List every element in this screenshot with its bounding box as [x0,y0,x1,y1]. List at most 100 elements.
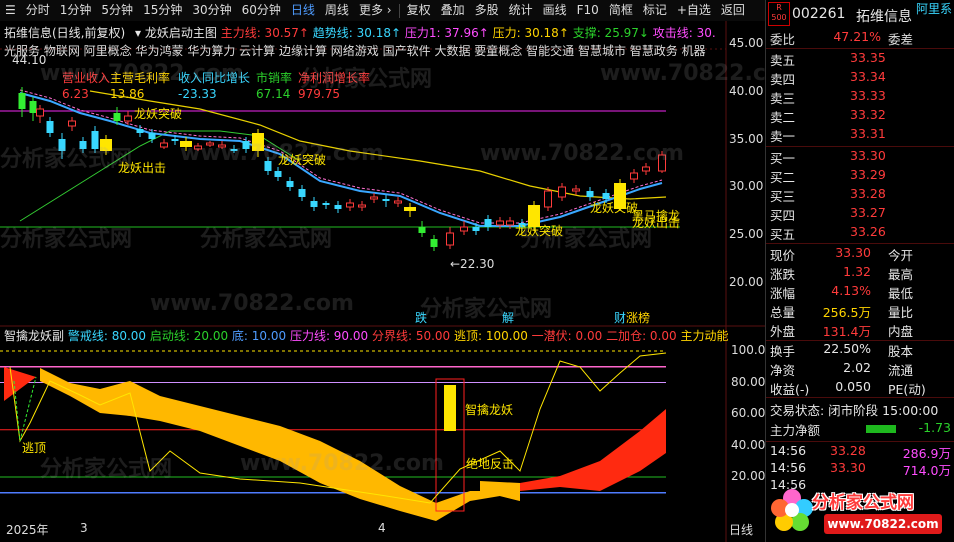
candle-body [586,191,594,197]
x-label-year: 2025年 [6,523,49,537]
candle-body [29,101,37,113]
watermark: 分析家公式网 [40,457,173,482]
bid-label: 买一 [770,151,796,166]
main-y-tick: 20.00 [729,275,764,289]
ask-price: 33.31 [850,126,886,141]
draw-line-button[interactable]: 画线 [538,0,572,21]
sub-readout-2: 底: 10.00 [231,329,290,343]
candle-body [113,113,121,121]
concept-tag: 智慧城市 [577,44,630,58]
stock-name: 拓维信息 [856,9,912,25]
high-price-label: 44.10 [12,53,47,67]
main-readout-0: 主力线: 30.57↑ [220,26,313,40]
flower-logo-icon [771,489,813,531]
stat-value: 131.4万 [822,324,871,339]
candle-body [446,232,454,246]
sub-readout-5: 逃顶: 100.00 [454,329,532,343]
candle-body [544,190,552,208]
stat2-row: 换手 22.50% 股本 [770,341,951,361]
watermark: 分析家公式网 [200,227,333,252]
fuquan-button[interactable]: 复权 [402,0,436,21]
main-readout-1: 趋势线: 30.18↑ [312,26,405,40]
main-net-row: 主力净额 -1.73 [770,420,951,438]
main-chart-title: 拓维信息(日线,前复权) [4,26,126,40]
main-readout-4: 支撑: 25.97↓ [572,26,653,40]
period-tab-5min[interactable]: 5分钟 [96,0,138,21]
period-more-button[interactable]: 更多 › [354,0,397,21]
stat2-label-2: 流通 [888,363,914,378]
add-watchlist-button[interactable]: +自选 [672,0,716,21]
x-axis-period-label: 日线 [729,523,754,537]
bid-row: 买三 33.28 [770,186,951,206]
period-toolbar: ☰ 分时 1分钟 5分钟 15分钟 30分钟 60分钟 日线 周线 更多 › 复… [0,0,765,22]
annotation-dragon-breakout: 龙妖突破 [278,153,327,167]
bid-price: 33.26 [850,224,886,239]
concept-tag: 智慧政务 [629,44,682,58]
event-mark-gainers: 涨榜 [626,311,651,325]
concept-tag: 华为算力 [187,44,240,58]
tick-price: 33.28 [830,443,866,458]
sub-y-tick: 80.00 [731,374,766,389]
multi-stock-button[interactable]: 多股 [470,0,504,21]
quote-panel: R 500 002261 拓维信息 阿里系 委比 47.21% 委差 卖五 33.3… [765,0,954,542]
kline-chart-area[interactable]: 拓维信息(日线,前复权) ▾ 龙妖启动主图 主力线: 30.57↑ 趋势线: 3… [0,21,804,542]
sub-readouts: 警戒线: 80.00 启动线: 20.00 底: 10.00 压力线: 90.0… [68,329,729,343]
main-net-bar [866,425,896,433]
low-price-label: ←22.30 [450,257,495,271]
concept-tag: 智能交通 [526,44,578,58]
ask-price: 33.32 [850,107,886,122]
period-tab-30min[interactable]: 30分钟 [187,0,236,21]
candle-body [382,199,390,201]
concept-tag: 华为鸿蒙 [135,44,188,58]
sub-readout-7: 二加仓: 0.00 [606,329,681,343]
site-logo: 分析家公式网 www.70822.com [768,482,953,540]
stat2-value: 0.050 [835,379,871,394]
statistics-button[interactable]: 统计 [504,0,538,21]
watermark: 分析家公式网 [0,147,133,172]
divider [766,441,954,442]
simple-frame-button[interactable]: 简框 [604,0,638,21]
concept-tag: 阿里概念 [83,44,136,58]
overlay-button[interactable]: 叠加 [436,0,470,21]
candle-body [642,166,650,172]
bid-label: 买二 [770,170,796,185]
bid-price: 33.30 [850,148,886,163]
bid-label: 买三 [770,189,796,204]
bid-label: 买五 [770,227,796,242]
candle-body [18,93,26,109]
main-title-line: 拓维信息(日线,前复权) ▾ 龙妖启动主图 主力线: 30.57↑ 趋势线: 3… [4,24,716,41]
stat-label: 外盘 [770,324,796,339]
period-tab-weekly[interactable]: 周线 [320,0,354,21]
candle-body [572,188,580,192]
main-y-tick: 45.00 [729,36,764,50]
watermark: 分析家公式网 [300,67,433,92]
concept-tag: 要童概念 [474,44,527,58]
sub-readout-6: 一潜伏: 0.00 [531,329,607,343]
watermark: www.70822.com [40,61,244,86]
period-tab-1min[interactable]: 1分钟 [55,0,97,21]
signal-bar [444,385,456,431]
divider [766,243,954,244]
sub-label-escape-top: 逃顶 [22,441,47,455]
period-tab-15min[interactable]: 15分钟 [138,0,187,21]
margin-badge: R 500 [768,2,790,26]
bid-price: 33.28 [850,186,886,201]
f10-button[interactable]: F10 [572,0,604,21]
period-tab-fenshi[interactable]: 分时 [21,0,55,21]
sub-y-tick: 100.0 [731,343,766,357]
candle-body [36,108,44,117]
period-tab-daily[interactable]: 日线 [286,0,320,21]
menu-icon[interactable]: ☰ [0,0,21,21]
fin-value: 67.14 [256,87,291,101]
stat-label: 总量 [770,305,796,320]
candle-body [358,204,366,208]
period-tab-60min[interactable]: 60分钟 [237,0,286,21]
stat2-row: 净资 2.02 流通 [770,360,951,380]
candle-body [460,226,468,232]
indicator-dropdown[interactable]: ▾ 龙妖启动主图 [135,26,217,40]
back-button[interactable]: 返回 [716,0,750,21]
sub-indicator-name[interactable]: 智擒龙妖副 [4,329,64,343]
stat-row: 总量 256.5万 量比 [770,302,951,322]
mark-button[interactable]: 标记 [638,0,672,21]
stock-tag[interactable]: 阿里系 [916,0,952,17]
